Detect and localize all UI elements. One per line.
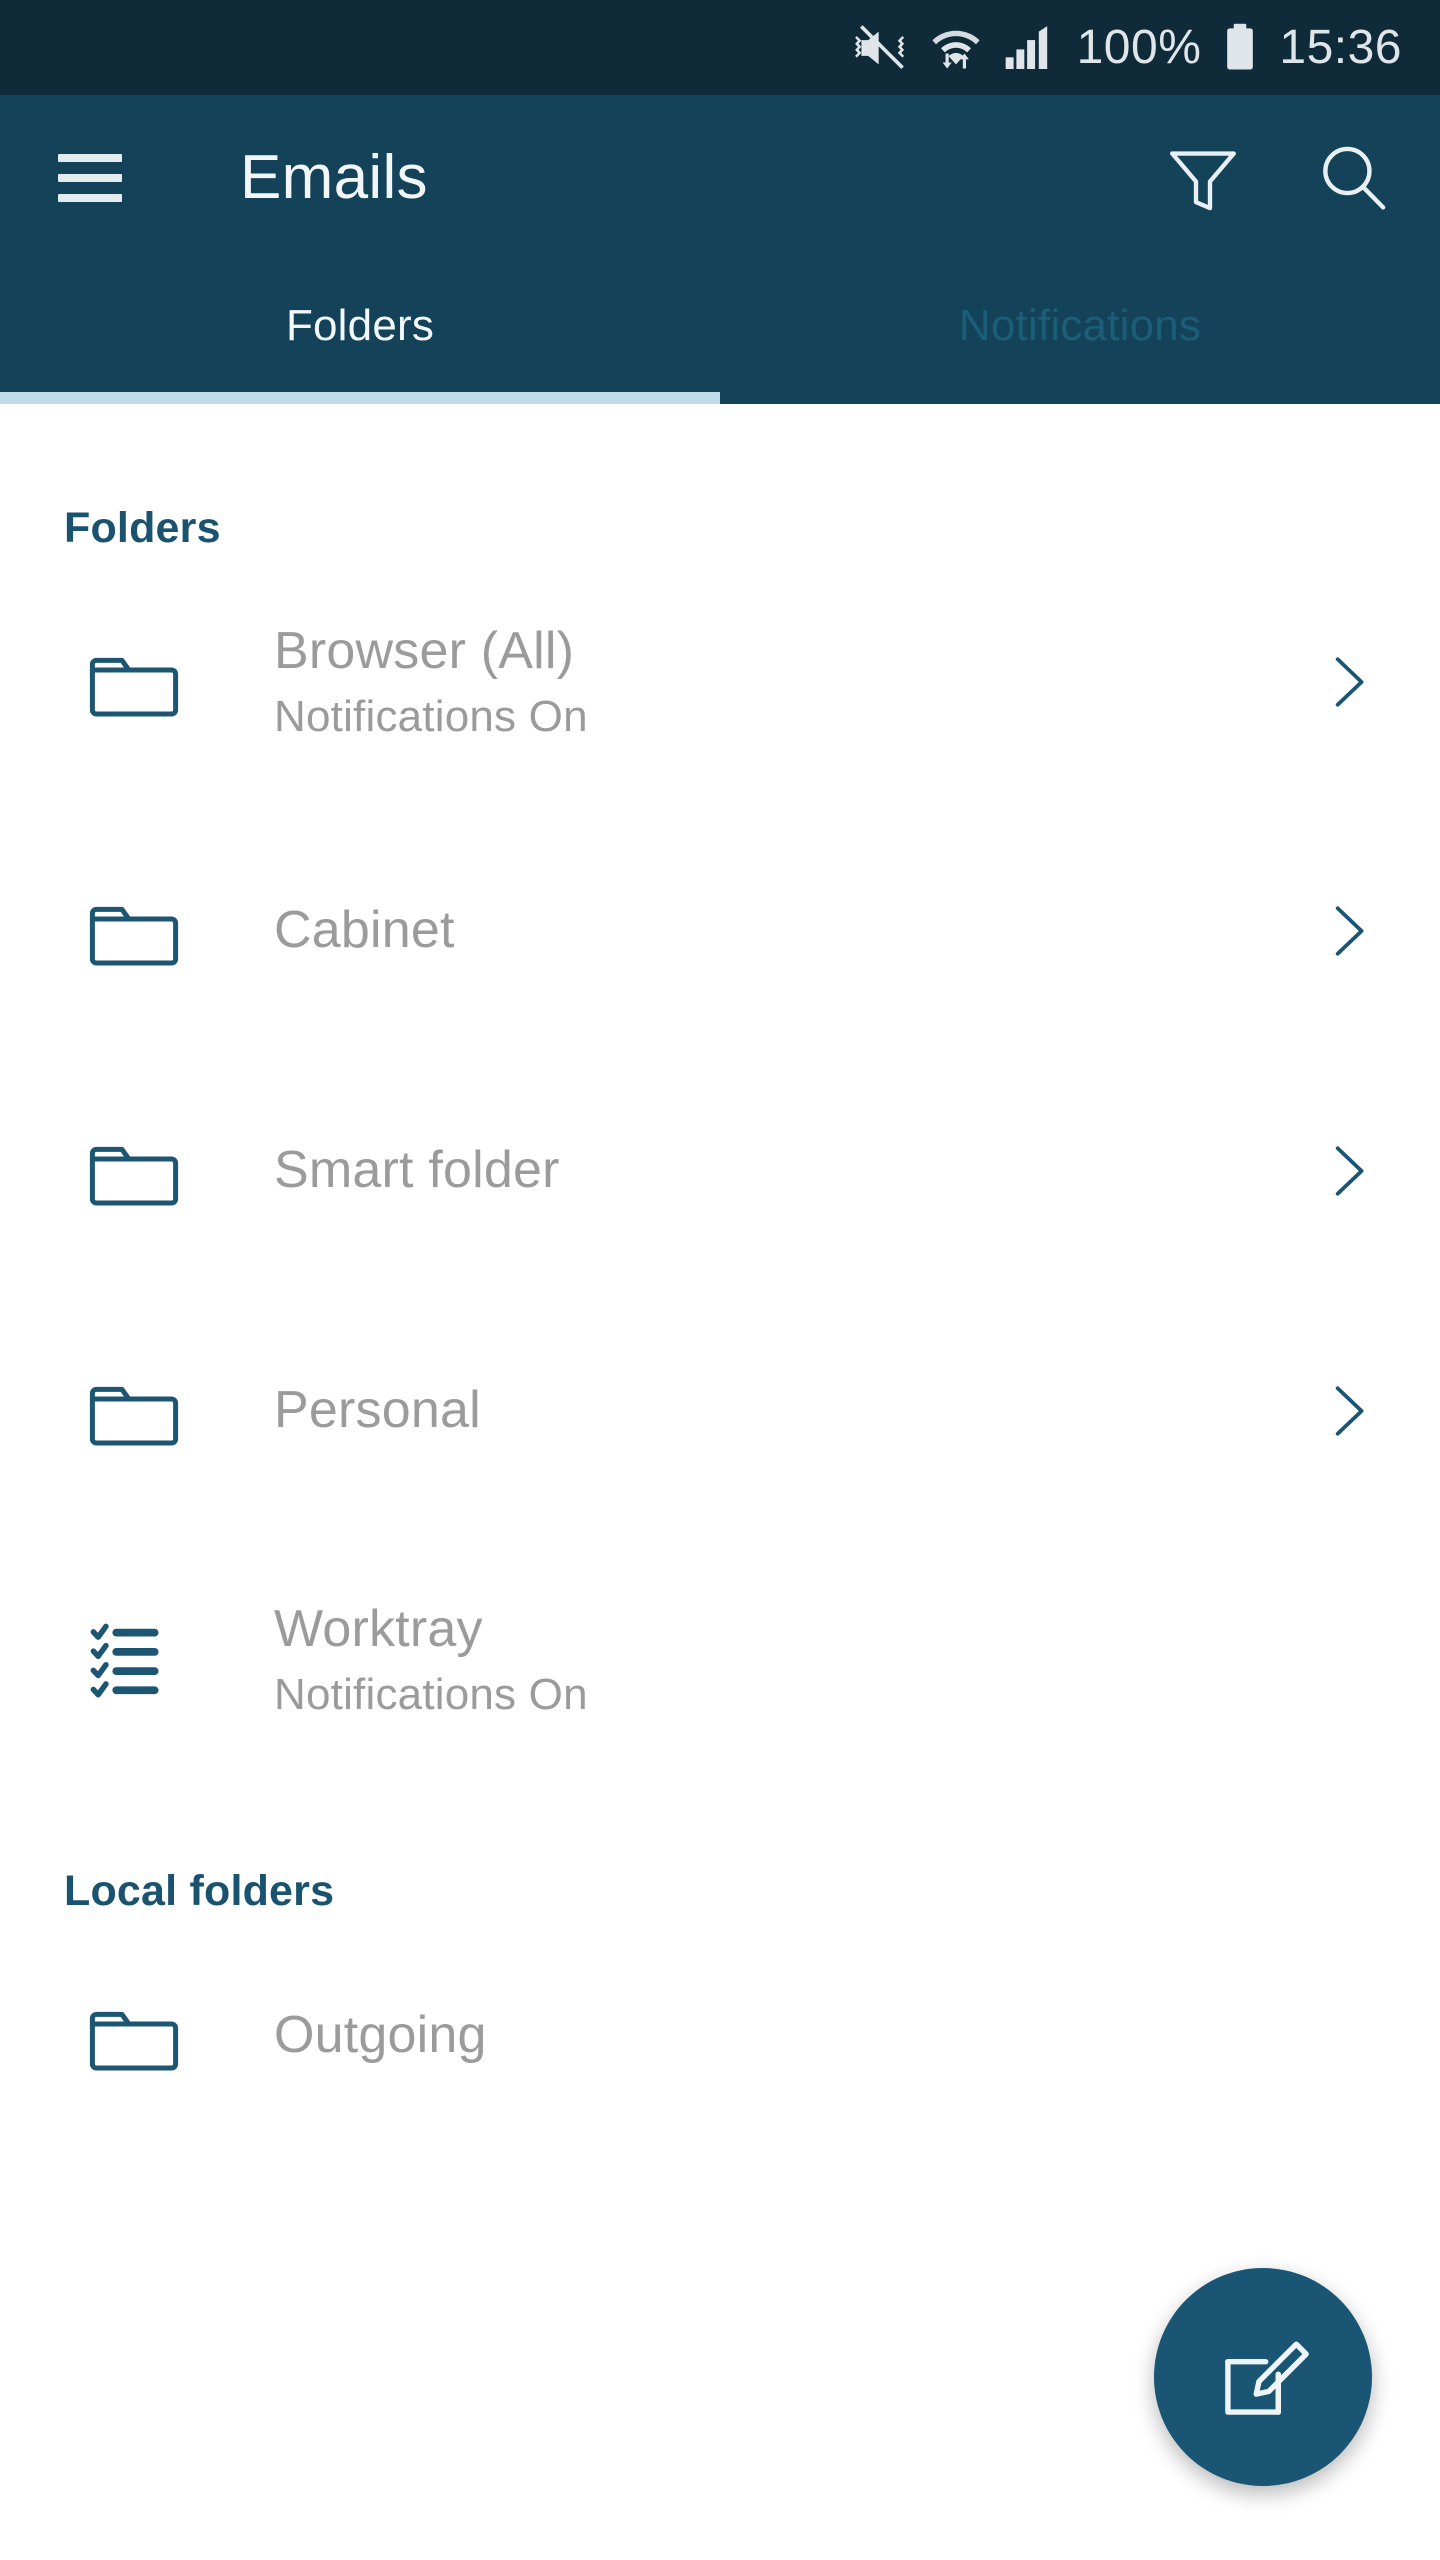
list-item[interactable]: Smart folder bbox=[0, 1051, 1440, 1291]
folder-icon bbox=[86, 883, 182, 979]
battery-percent-label: 100% bbox=[1076, 21, 1202, 74]
hamburger-menu-icon[interactable] bbox=[58, 153, 122, 202]
folders-content: Folders Browser (All) Notifications On C… bbox=[0, 404, 1440, 2560]
list-item[interactable]: Cabinet bbox=[0, 811, 1440, 1051]
chevron-right-icon[interactable] bbox=[1312, 896, 1382, 966]
app-screen: 100% 15:36 Emails Folders Notifications … bbox=[0, 0, 1440, 2560]
list-item-title: Worktray bbox=[274, 1599, 483, 1658]
filter-funnel-icon[interactable] bbox=[1160, 135, 1246, 221]
list-item-text: Worktray Notifications On bbox=[274, 1600, 1312, 1720]
compose-fab-button[interactable] bbox=[1154, 2268, 1372, 2486]
list-item-title: Outgoing bbox=[274, 2006, 487, 2065]
tab-notifications[interactable]: Notifications bbox=[720, 260, 1440, 392]
folder-icon bbox=[86, 1363, 182, 1459]
chevron-right-icon[interactable] bbox=[1312, 1376, 1382, 1446]
folder-icon bbox=[86, 1988, 182, 2084]
tab-indicator-track bbox=[0, 392, 1440, 404]
section-header-local-folders: Local folders bbox=[64, 1867, 335, 1915]
compose-edit-icon bbox=[1225, 2341, 1309, 2415]
battery-icon bbox=[1227, 23, 1254, 69]
clock-label: 15:36 bbox=[1279, 21, 1402, 74]
tab-folders[interactable]: Folders bbox=[0, 260, 720, 392]
list-item-title: Browser (All) bbox=[274, 621, 575, 680]
page-title: Emails bbox=[240, 143, 428, 212]
app-bar-top-row: Emails bbox=[0, 95, 1440, 260]
list-item-text: Smart folder bbox=[274, 1141, 1312, 1201]
list-item-title: Smart folder bbox=[274, 1141, 560, 1200]
tab-active-indicator bbox=[0, 392, 720, 404]
checklist-icon bbox=[86, 1612, 182, 1708]
list-item-title: Cabinet bbox=[274, 901, 455, 960]
folder-icon bbox=[86, 634, 182, 730]
list-item[interactable]: Browser (All) Notifications On bbox=[0, 553, 1440, 811]
list-item[interactable]: Personal bbox=[0, 1291, 1440, 1531]
search-icon[interactable] bbox=[1310, 135, 1396, 221]
status-bar-icons: 100% 15:36 bbox=[853, 20, 1402, 76]
chevron-right-icon[interactable] bbox=[1312, 1136, 1382, 1206]
list-item-text: Cabinet bbox=[274, 901, 1312, 961]
tab-bar: Folders Notifications bbox=[0, 260, 1440, 392]
list-item-text: Outgoing bbox=[274, 2006, 1312, 2066]
mute-vibrate-icon bbox=[854, 24, 904, 69]
app-bar-actions bbox=[1160, 135, 1396, 221]
local-folders-list: Outgoing bbox=[0, 1916, 1440, 2156]
folders-list: Browser (All) Notifications On Cabinet S… bbox=[0, 553, 1440, 1789]
cellular-signal-icon bbox=[1005, 25, 1047, 69]
section-header-folders: Folders bbox=[64, 504, 221, 552]
chevron-right-icon[interactable] bbox=[1312, 647, 1382, 717]
folder-icon bbox=[86, 1123, 182, 1219]
tab-notifications-label: Notifications bbox=[958, 301, 1202, 350]
list-item[interactable]: Worktray Notifications On bbox=[0, 1531, 1440, 1789]
wifi-icon bbox=[931, 30, 980, 68]
list-item[interactable]: Outgoing bbox=[0, 1916, 1440, 2156]
list-item-text: Personal bbox=[274, 1381, 1312, 1441]
list-item-subtitle: Notifications On bbox=[274, 1669, 588, 1719]
list-item-subtitle: Notifications On bbox=[274, 691, 588, 741]
status-bar: 100% 15:36 bbox=[0, 0, 1440, 95]
app-bar: Emails Folders Notifications bbox=[0, 95, 1440, 404]
list-item-title: Personal bbox=[274, 1381, 481, 1440]
tab-folders-label: Folders bbox=[285, 301, 435, 350]
list-item-text: Browser (All) Notifications On bbox=[274, 622, 1312, 742]
